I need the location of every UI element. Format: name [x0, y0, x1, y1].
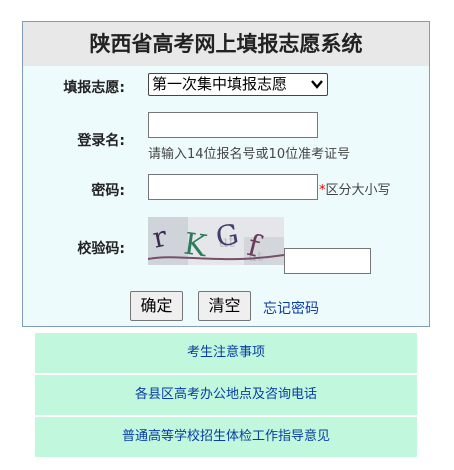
page-title: 陕西省高考网上填报志愿系统 — [23, 22, 429, 66]
forgot-password-link[interactable]: 忘记密码 — [263, 298, 319, 318]
captcha-image[interactable]: ut ut r K G f — [148, 217, 284, 265]
link-candidate-notice[interactable]: 考生注意事项 — [35, 333, 417, 373]
login-hint: 请输入14位报名号或10位准考证号 — [148, 147, 351, 162]
captcha-label: 校验码: — [77, 241, 125, 257]
session-select[interactable]: 第一次集中填报志愿 — [148, 73, 328, 96]
submit-button[interactable]: 确定 — [130, 291, 183, 321]
password-hint: *区分大小写 — [319, 179, 391, 198]
password-input[interactable] — [148, 174, 318, 200]
login-panel: 陕西省高考网上填报志愿系统 填报志愿: 第一次集中填报志愿 登录名: 请输入14… — [22, 21, 430, 327]
login-label: 登录名: — [77, 133, 125, 149]
captcha-input[interactable] — [284, 248, 371, 274]
link-health-check-guide[interactable]: 普通高等学校招生体检工作指导意见 — [35, 417, 417, 457]
clear-button[interactable]: 清空 — [198, 291, 251, 321]
session-label: 填报志愿: — [63, 80, 125, 96]
link-county-offices[interactable]: 各县区高考办公地点及咨询电话 — [35, 375, 417, 415]
session-select-value: 第一次集中填报志愿 — [152, 75, 288, 93]
password-hint-text: 区分大小写 — [325, 183, 391, 198]
password-label: 密码: — [91, 183, 125, 199]
chevron-down-icon — [311, 80, 323, 89]
login-name-input[interactable] — [148, 112, 318, 138]
